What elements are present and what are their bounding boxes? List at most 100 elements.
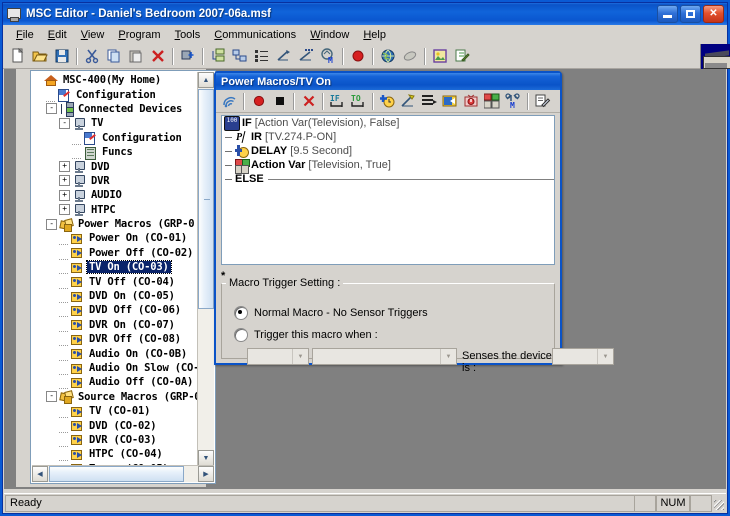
tree-vertical-scrollbar[interactable]: ▲ ▼ [197,72,214,466]
add-device-icon[interactable] [177,46,199,67]
tree-node[interactable]: DVD Off (CO-06) [33,303,200,317]
leaf-icon[interactable] [399,46,421,67]
add-delay-icon[interactable] [377,91,398,111]
to-block-icon[interactable]: TO [348,91,369,111]
trigger-device-combo[interactable]: ▼ [312,348,457,365]
tree-node[interactable]: HTPC (CO-04) [33,447,200,461]
tree-node[interactable]: +AUDIO [33,188,200,202]
trigger-type-combo[interactable]: ▼ [247,348,309,365]
power-icon[interactable] [461,91,482,111]
tree-node[interactable]: Power Off (CO-02) [33,246,200,260]
tree-node[interactable]: DVR (CO-03) [33,433,200,447]
tree-expander[interactable]: - [59,118,70,129]
tree-expander[interactable]: + [59,190,70,201]
macro-step-row[interactable]: DELAY[9.5 Second] [222,144,554,158]
tree-node[interactable]: Audio On Slow (CO-0 [33,361,200,375]
tree-node[interactable]: DVR Off (CO-08) [33,332,200,346]
menu-item-tools[interactable]: Tools [168,27,208,43]
tree-expander[interactable]: + [59,161,70,172]
if-block-icon[interactable]: IF [327,91,348,111]
maximize-button[interactable] [680,5,701,23]
tree-node[interactable]: -TV [33,116,200,130]
save-disk-icon[interactable] [51,46,73,67]
macro-step-row[interactable]: PIR[TV.274.P-ON] [222,130,554,144]
learn-signal-icon[interactable] [273,46,295,67]
scroll-left-button[interactable]: ◀ [32,466,48,482]
globe-icon[interactable] [377,46,399,67]
add-group-icon[interactable] [207,46,229,67]
tree-node[interactable]: -Source Macros (GRP-02 [33,390,200,404]
menu-item-communications[interactable]: Communications [207,27,303,43]
repeat-icon[interactable] [419,91,440,111]
tree-node[interactable]: Power On (CO-01) [33,231,200,245]
device-tree[interactable]: MSC-400(My Home)Configuration-Connected … [33,73,200,468]
scroll-down-button[interactable]: ▼ [198,450,214,466]
edit-pencil-icon[interactable] [451,46,473,67]
jump-icon[interactable] [440,91,461,111]
minimize-button[interactable] [657,5,678,23]
horizontal-scroll-thumb[interactable] [49,466,184,482]
tree-node[interactable]: TV Off (CO-04) [33,274,200,288]
radio-normal-macro[interactable] [234,306,248,320]
tree-node[interactable]: TV On (CO-03) [33,260,200,274]
tree-expander[interactable]: + [59,175,70,186]
tree-node[interactable]: DVD (CO-02) [33,418,200,432]
ir-signal-icon[interactable] [219,91,240,111]
menu-item-view[interactable]: View [74,27,112,43]
tree-node[interactable]: +DVD [33,159,200,173]
tree-node[interactable]: +HTPC [33,203,200,217]
new-icon[interactable] [7,46,29,67]
image-icon[interactable] [429,46,451,67]
tree-expander[interactable]: + [59,204,70,215]
organize-tree-icon[interactable] [229,46,251,67]
tree-node[interactable]: MSC-400(My Home) [33,73,200,87]
radio-trigger-macro[interactable] [234,328,248,342]
copy-icon[interactable] [103,46,125,67]
tree-node[interactable]: Funcs [33,145,200,159]
resize-grip[interactable] [712,495,726,512]
tree-node[interactable]: -Power Macros (GRP-0 [33,217,200,231]
macro-step-row[interactable]: Action Var[Television, True] [222,158,554,172]
macro-m-icon[interactable]: M [317,46,339,67]
variable-icon[interactable] [482,91,503,111]
scroll-right-button[interactable]: ▶ [198,466,214,482]
menu-item-window[interactable]: Window [303,27,356,43]
tree-node[interactable]: DVR On (CO-07) [33,318,200,332]
sensor-state-combo[interactable]: ▼ [552,348,614,365]
menu-item-file[interactable]: File [9,27,41,43]
chevron-down-icon[interactable]: ▼ [440,349,456,364]
tree-node[interactable]: TV (CO-01) [33,404,200,418]
menu-item-program[interactable]: Program [111,27,167,43]
open-folder-icon[interactable] [29,46,51,67]
paste-icon[interactable] [125,46,147,67]
tree-expander[interactable]: - [46,391,57,402]
radio-normal-macro-row[interactable]: Normal Macro - No Sensor Triggers [234,306,428,320]
macro-step-row[interactable]: IF[Action Var(Television), False] [222,116,554,130]
macro-m-icon[interactable]: M [503,91,524,111]
test-signal-icon[interactable] [295,46,317,67]
record-red-icon[interactable] [347,46,369,67]
tree-node[interactable]: +DVR [33,174,200,188]
tree-node[interactable]: Configuration [33,87,200,101]
chevron-down-icon[interactable]: ▼ [292,349,308,364]
record-red-icon[interactable] [248,91,269,111]
scroll-up-button[interactable]: ▲ [198,72,214,88]
list-code-icon[interactable] [251,46,273,67]
macro-step-row[interactable]: ELSE [222,172,554,186]
delete-x-icon[interactable] [298,91,319,111]
stop-black-icon[interactable] [269,91,290,111]
macro-step-list[interactable]: IF[Action Var(Television), False]PIR[TV.… [221,115,555,265]
menu-item-help[interactable]: Help [356,27,393,43]
chevron-down-icon[interactable]: ▼ [597,349,613,364]
tree-node[interactable]: Audio On (CO-0B) [33,346,200,360]
vertical-scroll-thumb[interactable] [198,89,214,309]
close-button[interactable]: ✕ [703,5,724,23]
properties-icon[interactable] [532,91,553,111]
tree-node[interactable]: DVD On (CO-05) [33,289,200,303]
delete-x-icon[interactable] [147,46,169,67]
tree-horizontal-scrollbar[interactable]: ◀ ▶ [32,465,214,482]
radio-trigger-macro-row[interactable]: Trigger this macro when : [234,328,378,342]
tree-node[interactable]: -Connected Devices [33,102,200,116]
menu-item-edit[interactable]: Edit [41,27,74,43]
tree-expander[interactable]: - [46,103,57,114]
